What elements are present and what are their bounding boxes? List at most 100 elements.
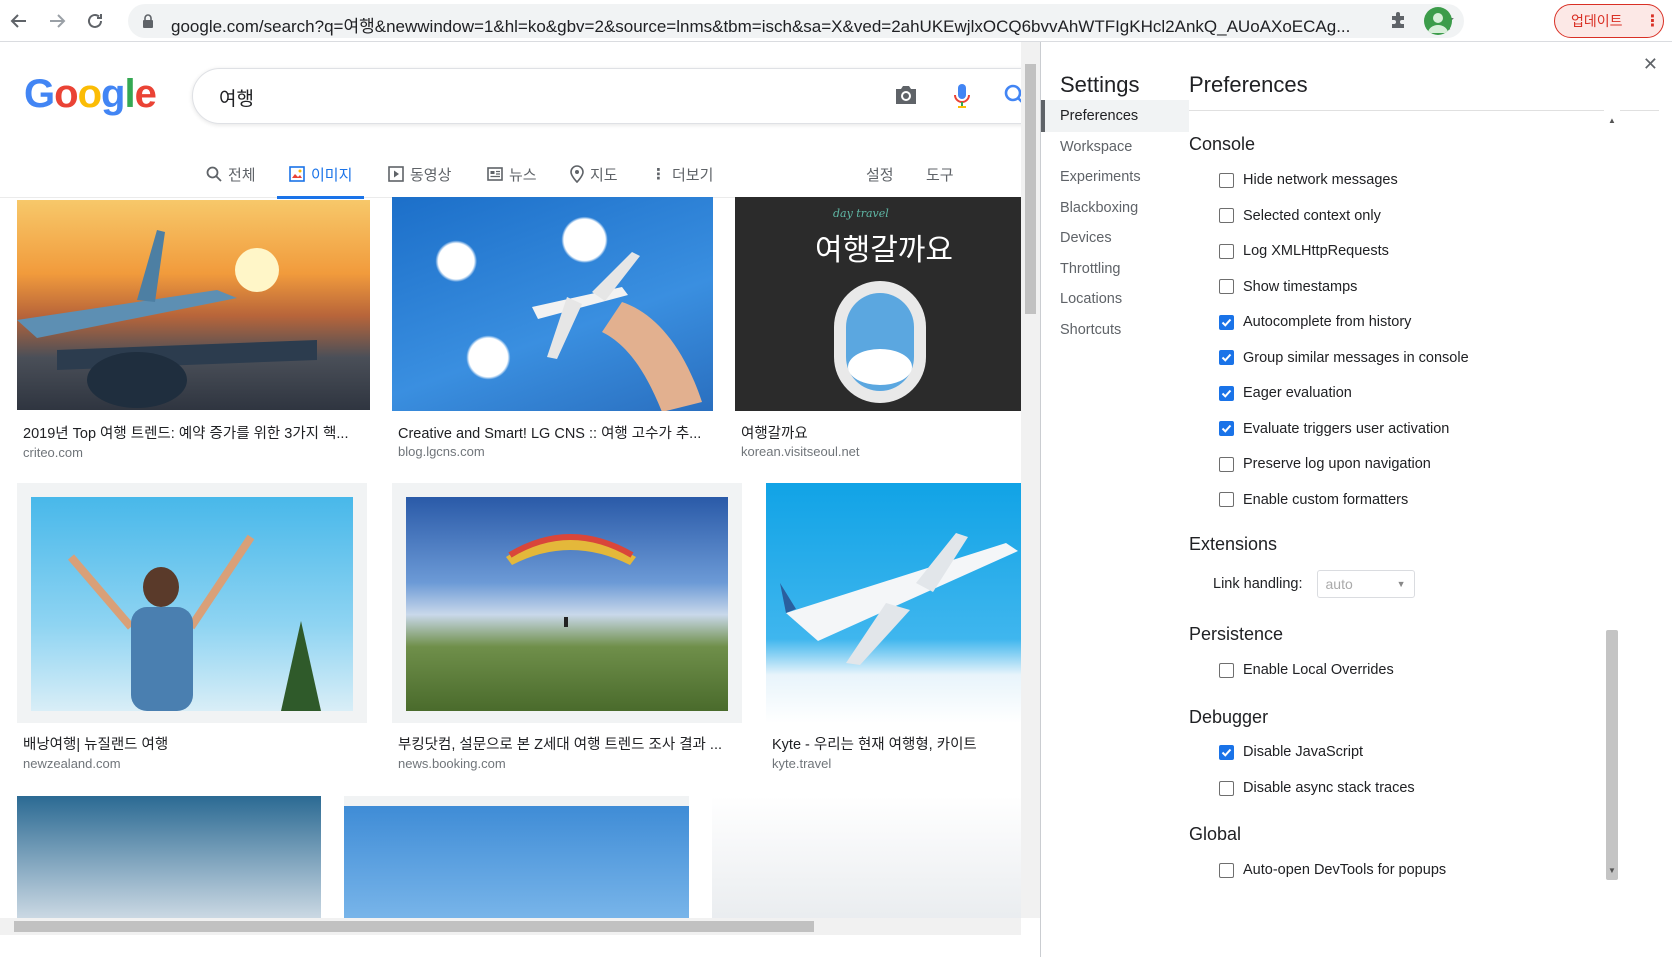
result-source[interactable]: kyte.travel (772, 756, 831, 771)
setting-option[interactable]: Autocomplete from history (1219, 310, 1411, 334)
setting-option[interactable]: Evaluate triggers user activation (1219, 417, 1449, 441)
image-result[interactable]: 2019년 Top 여행 트렌드: 예약 증가를 위한 3가지 핵... cri… (17, 200, 370, 470)
setting-option[interactable]: Eager evaluation (1219, 381, 1352, 405)
checkbox-unchecked[interactable] (1219, 279, 1234, 294)
result-caption[interactable]: Creative and Smart! LG CNS :: 여행 고수가 추..… (398, 422, 708, 443)
scrollbar-thumb[interactable] (1025, 64, 1036, 314)
checkbox-unchecked[interactable] (1219, 243, 1234, 259)
link-handling-select[interactable]: auto ▼ (1316, 570, 1415, 598)
checkbox-unchecked[interactable] (1219, 662, 1234, 678)
page-horizontal-scrollbar[interactable] (0, 918, 1021, 935)
update-button[interactable]: 업데이트 ⋮ (1554, 4, 1664, 38)
result-thumbnail[interactable]: day travel 여행갈까요 (735, 197, 1021, 411)
setting-option[interactable]: Enable Local Overrides (1219, 658, 1394, 682)
back-button[interactable] (4, 6, 34, 36)
image-result-thumbnail[interactable] (712, 796, 1021, 922)
image-result-thumbnail[interactable] (344, 796, 689, 922)
setting-option[interactable]: Group similar messages in console (1219, 346, 1469, 370)
image-result[interactable]: Kyte - 우리는 현재 여행형, 카이트 kyte.travel (766, 483, 1021, 773)
tab-images[interactable]: 이미지 (276, 150, 365, 199)
result-source[interactable]: criteo.com (23, 445, 83, 460)
settings-nav-locations[interactable]: Locations (1041, 283, 1189, 315)
checkbox-checked[interactable] (1219, 385, 1234, 401)
settings-nav-shortcuts[interactable]: Shortcuts (1041, 314, 1189, 346)
checkmark-icon (1221, 353, 1232, 362)
scrollbar-thumb[interactable] (14, 921, 814, 932)
checkbox-unchecked[interactable] (1219, 780, 1234, 796)
forward-button[interactable] (42, 6, 72, 36)
tab-videos[interactable]: 동영상 (388, 150, 451, 198)
result-thumbnail[interactable] (766, 483, 1021, 723)
result-caption[interactable]: 여행갈까요 (741, 422, 1001, 443)
result-caption[interactable]: 배낭여행| 뉴질랜드 여행 (23, 733, 353, 754)
scroll-down-arrow-icon[interactable]: ▼ (1608, 866, 1616, 875)
result-thumbnail[interactable] (392, 197, 713, 411)
result-source[interactable]: news.booking.com (398, 756, 506, 771)
result-source[interactable]: newzealand.com (23, 756, 121, 771)
image-result[interactable]: 부킹닷컴, 설문으로 본 Z세대 여행 트렌드 조사 결과 ... news.b… (392, 483, 742, 773)
result-caption[interactable]: 2019년 Top 여행 트렌드: 예약 증가를 위한 3가지 핵... (23, 422, 363, 443)
scroll-up-arrow-icon[interactable]: ▲ (1608, 116, 1616, 125)
tab-all[interactable]: 전체 (206, 150, 256, 198)
settings-nav-workspace[interactable]: Workspace (1041, 131, 1189, 163)
page-vertical-scrollbar[interactable] (1021, 42, 1040, 918)
extensions-puzzle-icon[interactable] (1388, 8, 1410, 30)
profile-avatar[interactable] (1424, 7, 1452, 35)
settings-nav-blackboxing[interactable]: Blackboxing (1041, 192, 1189, 224)
checkbox-checked[interactable] (1219, 350, 1234, 365)
checkbox-unchecked[interactable] (1219, 208, 1234, 223)
reload-button[interactable] (80, 6, 110, 36)
scrollbar-thumb[interactable] (1606, 630, 1618, 880)
setting-option[interactable]: Auto-open DevTools for popups (1219, 858, 1446, 882)
setting-option[interactable]: Enable custom formatters (1219, 488, 1408, 512)
search-box[interactable]: 여행 (192, 68, 1040, 124)
checkbox-unchecked[interactable] (1219, 456, 1234, 472)
result-thumbnail[interactable] (17, 200, 370, 410)
settings-link[interactable]: 설정 (866, 164, 894, 185)
checkbox-unchecked[interactable] (1219, 172, 1234, 188)
setting-option[interactable]: Disable JavaScript (1219, 740, 1363, 764)
airplane-window-image (834, 281, 926, 403)
setting-option[interactable]: Disable async stack traces (1219, 776, 1415, 800)
tools-link[interactable]: 도구 (926, 164, 954, 185)
section-persistence: Persistence (1189, 624, 1284, 644)
image-result-thumbnail[interactable] (17, 796, 321, 922)
microphone-icon[interactable] (952, 82, 972, 110)
checkbox-unchecked[interactable] (1219, 492, 1234, 507)
settings-nav-experiments[interactable]: Experiments (1041, 161, 1189, 193)
setting-option[interactable]: Preserve log upon navigation (1219, 452, 1431, 476)
search-input[interactable]: 여행 (219, 84, 254, 111)
result-thumbnail[interactable] (17, 483, 367, 723)
checkbox-unchecked[interactable] (1219, 862, 1234, 878)
backpacker-image (31, 497, 353, 711)
setting-option[interactable]: Hide network messages (1219, 168, 1398, 192)
settings-nav-preferences[interactable]: Preferences (1041, 100, 1189, 132)
setting-option[interactable]: Show timestamps (1219, 275, 1357, 299)
checkbox-checked[interactable] (1219, 744, 1234, 760)
camera-icon[interactable] (893, 83, 919, 107)
image-result[interactable]: Creative and Smart! LG CNS :: 여행 고수가 추..… (392, 197, 713, 469)
settings-nav-devices[interactable]: Devices (1041, 222, 1189, 254)
result-caption[interactable]: Kyte - 우리는 현재 여행형, 카이트 (772, 733, 1021, 754)
result-source[interactable]: blog.lgcns.com (398, 444, 485, 459)
tab-news[interactable]: 뉴스 (487, 150, 537, 198)
google-logo[interactable]: Google (24, 72, 157, 117)
setting-option[interactable]: Log XMLHttpRequests (1219, 239, 1389, 263)
checkbox-checked[interactable] (1219, 314, 1234, 330)
result-thumbnail[interactable] (392, 483, 742, 723)
browser-toolbar: google.com/search?q=여행&newwindow=1&hl=ko… (0, 0, 1672, 42)
more-vert-icon: ⋮ (651, 166, 666, 183)
setting-option[interactable]: Selected context only (1219, 204, 1381, 228)
tab-maps[interactable]: 지도 (570, 150, 618, 198)
tab-more[interactable]: ⋮ 더보기 (651, 150, 713, 198)
address-url: google.com/search?q=여행&newwindow=1&hl=ko… (171, 17, 1351, 36)
checkbox-checked[interactable] (1219, 421, 1234, 436)
result-source[interactable]: korean.visitseoul.net (741, 444, 860, 459)
settings-vertical-scrollbar[interactable]: ▲ ▼ (1604, 110, 1620, 916)
result-caption[interactable]: 부킹닷컴, 설문으로 본 Z세대 여행 트렌드 조사 결과 ... (398, 733, 728, 754)
image-result[interactable]: day travel 여행갈까요 여행갈까요 korean.visitseoul… (735, 197, 1021, 469)
image-result[interactable]: 배낭여행| 뉴질랜드 여행 newzealand.com (17, 483, 367, 773)
settings-nav-throttling[interactable]: Throttling (1041, 253, 1189, 285)
address-bar[interactable]: google.com/search?q=여행&newwindow=1&hl=ko… (128, 4, 1464, 38)
image-title-text: 여행갈까요 (815, 234, 953, 267)
